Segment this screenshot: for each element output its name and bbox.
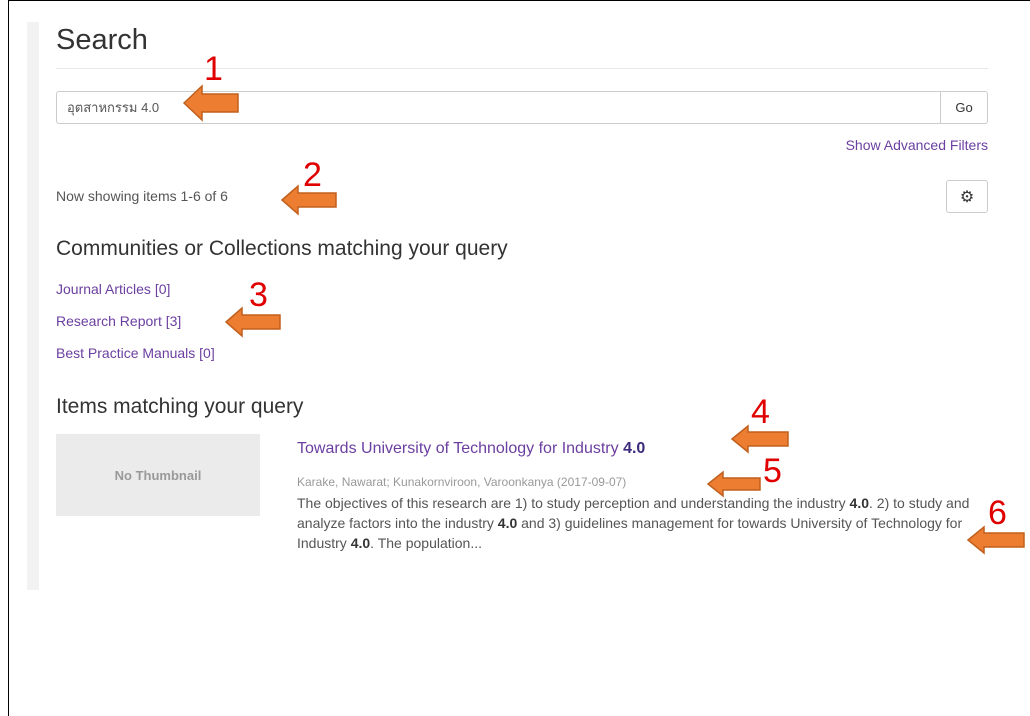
title-divider	[56, 68, 988, 69]
settings-button[interactable]: ⚙	[946, 180, 988, 213]
item-title-highlight: 4.0	[623, 440, 646, 457]
show-advanced-filters-link[interactable]: Show Advanced Filters	[846, 137, 988, 153]
go-button[interactable]: Go	[940, 91, 988, 124]
item-meta: Karake, Nawarat; Kunakornviroon, Varoonk…	[297, 475, 627, 489]
annotation-arrow-6	[966, 525, 1025, 555]
left-sidebar-strip	[27, 22, 39, 590]
collection-link-best-practice-manuals[interactable]: Best Practice Manuals [0]	[56, 345, 215, 361]
annotation-number-5: 5	[763, 452, 782, 490]
gear-icon: ⚙	[959, 188, 975, 206]
annotation-number-1: 1	[204, 50, 223, 88]
abstract-highlight: 4.0	[350, 535, 371, 551]
annotation-arrow-4	[730, 424, 789, 454]
item-title-text: Towards University of Technology for Ind…	[297, 440, 624, 457]
annotation-arrow-2	[280, 184, 337, 216]
annotation-arrow-5	[706, 470, 761, 498]
abstract-highlight: 4.0	[849, 495, 870, 511]
item-title-link[interactable]: Towards University of Technology for Ind…	[297, 440, 645, 458]
item-thumbnail[interactable]: No Thumbnail	[56, 434, 260, 516]
abstract-text: The objectives of this research are 1) t…	[297, 495, 850, 511]
thumbnail-label: No Thumbnail	[114, 467, 202, 483]
collections-heading: Communities or Collections matching your…	[56, 237, 508, 260]
results-count: Now showing items 1-6 of 6	[56, 188, 228, 204]
page-title: Search	[56, 24, 148, 56]
collection-link-research-report[interactable]: Research Report [3]	[56, 313, 181, 329]
item-abstract: The objectives of this research are 1) t…	[297, 493, 993, 553]
annotation-arrow-3	[224, 306, 281, 338]
abstract-text: . The population...	[370, 535, 482, 551]
items-heading: Items matching your query	[56, 395, 304, 418]
annotation-arrow-1	[182, 84, 239, 122]
abstract-highlight: 4.0	[497, 515, 518, 531]
collection-link-journal-articles[interactable]: Journal Articles [0]	[56, 281, 170, 297]
